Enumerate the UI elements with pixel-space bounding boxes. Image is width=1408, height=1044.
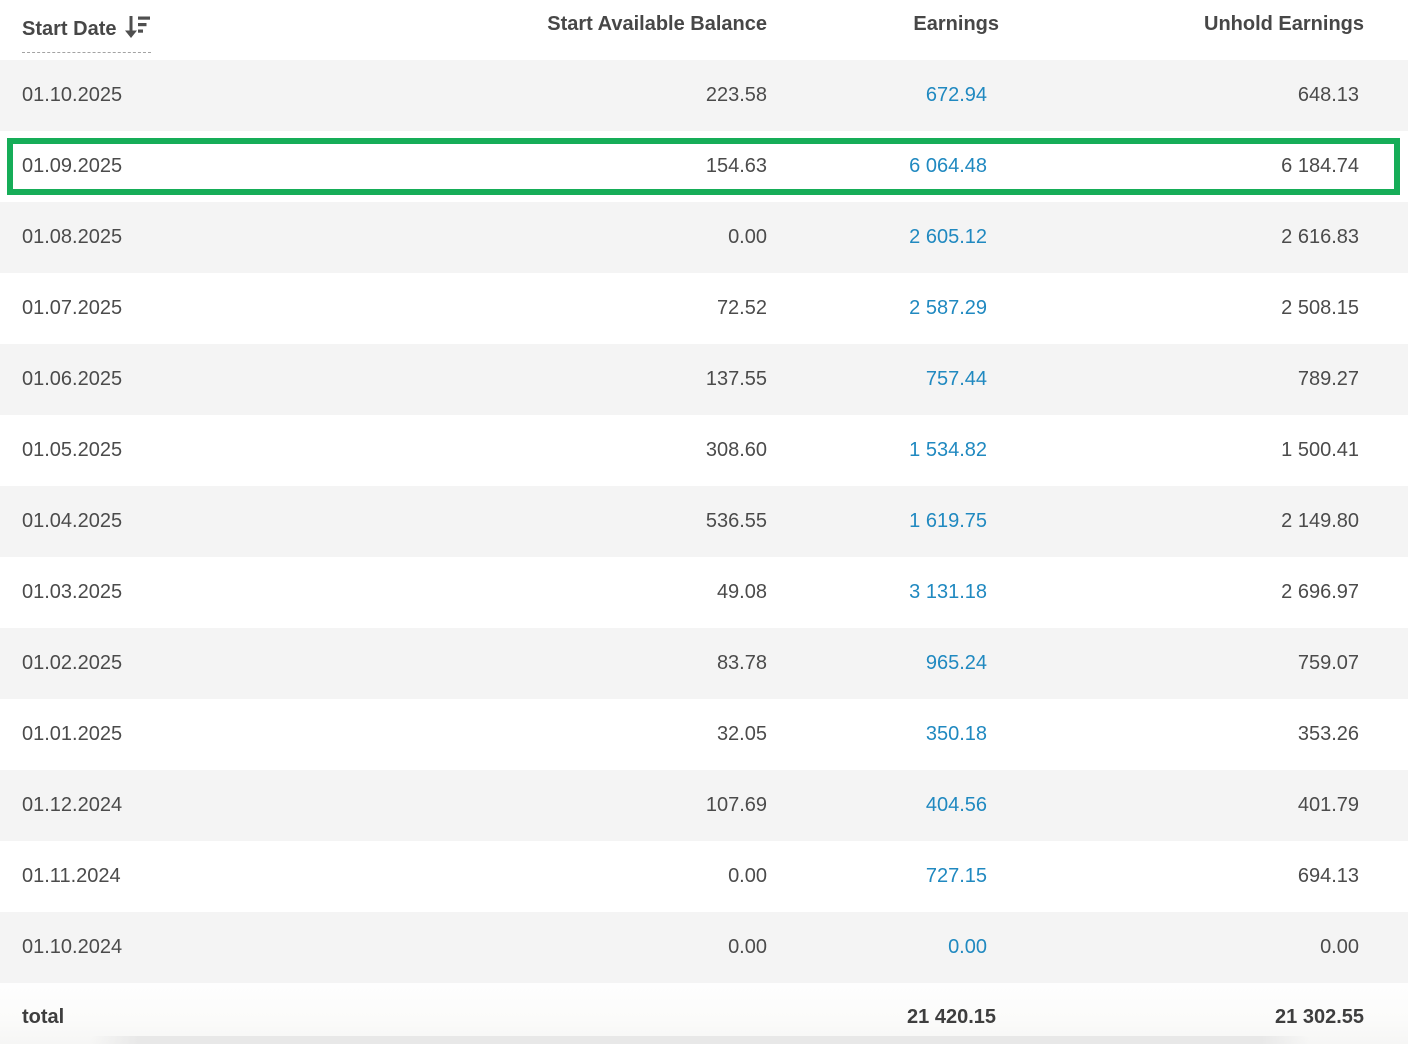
unhold-earnings-cell: 401.79 xyxy=(999,794,1364,817)
start-available-balance-cell: 0.00 xyxy=(300,865,767,888)
column-header-earnings: Earnings xyxy=(767,13,999,36)
unhold-earnings-cell: 2 696.97 xyxy=(999,581,1364,604)
earnings-link[interactable]: 3 131.18 xyxy=(909,581,987,603)
earnings-link[interactable]: 1 534.82 xyxy=(909,439,987,461)
unhold-earnings-cell: 759.07 xyxy=(999,652,1364,675)
total-unhold-earnings-value: 21 302.55 xyxy=(999,1006,1364,1029)
start-date-cell: 01.10.2025 xyxy=(22,84,300,107)
unhold-earnings-cell: 789.27 xyxy=(999,368,1364,391)
unhold-earnings-cell: 6 184.74 xyxy=(999,155,1364,178)
monthly-earnings-table: Start Date Start Available Balance Earn xyxy=(0,0,1408,1044)
start-date-cell: 01.03.2025 xyxy=(22,581,300,604)
earnings-link[interactable]: 0.00 xyxy=(948,936,987,958)
start-available-balance-cell: 32.05 xyxy=(300,723,767,746)
table-row: 01.03.2025 49.08 3 131.18 2 696.97 xyxy=(0,557,1408,628)
start-available-balance-cell: 536.55 xyxy=(300,510,767,533)
earnings-link[interactable]: 350.18 xyxy=(926,723,987,745)
table-row: 01.06.2025 137.55 757.44 789.27 xyxy=(0,344,1408,415)
table-row: 01.01.2025 32.05 350.18 353.26 xyxy=(0,699,1408,770)
start-available-balance-cell: 0.00 xyxy=(300,936,767,959)
total-earnings-value: 21 420.15 xyxy=(767,1006,999,1029)
bottom-panel-edge xyxy=(90,1036,1310,1044)
unhold-earnings-cell: 2 508.15 xyxy=(999,297,1364,320)
column-header-unhold-earnings: Unhold Earnings xyxy=(999,13,1364,36)
unhold-earnings-cell: 694.13 xyxy=(999,865,1364,888)
column-header-start-date: Start Date xyxy=(22,18,116,41)
start-available-balance-cell: 308.60 xyxy=(300,439,767,462)
start-date-cell: 01.07.2025 xyxy=(22,297,300,320)
start-date-cell: 01.04.2025 xyxy=(22,510,300,533)
table-row: 01.04.2025 536.55 1 619.75 2 149.80 xyxy=(0,486,1408,557)
start-available-balance-cell: 223.58 xyxy=(300,84,767,107)
start-available-balance-cell: 0.00 xyxy=(300,226,767,249)
table-row: 01.10.2024 0.00 0.00 0.00 xyxy=(0,912,1408,983)
start-date-cell: 01.02.2025 xyxy=(22,652,300,675)
start-available-balance-cell: 107.69 xyxy=(300,794,767,817)
earnings-link[interactable]: 1 619.75 xyxy=(909,510,987,532)
total-label: total xyxy=(22,1006,300,1029)
start-available-balance-cell: 83.78 xyxy=(300,652,767,675)
start-date-cell: 01.06.2025 xyxy=(22,368,300,391)
unhold-earnings-cell: 2 616.83 xyxy=(999,226,1364,249)
column-header-start-available-balance: Start Available Balance xyxy=(300,13,767,36)
earnings-link[interactable]: 2 605.12 xyxy=(909,226,987,248)
earnings-link[interactable]: 6 064.48 xyxy=(909,155,987,177)
unhold-earnings-cell: 2 149.80 xyxy=(999,510,1364,533)
earnings-link[interactable]: 2 587.29 xyxy=(909,297,987,319)
start-available-balance-cell: 49.08 xyxy=(300,581,767,604)
earnings-link[interactable]: 404.56 xyxy=(926,794,987,816)
total-row: total 21 420.15 21 302.55 xyxy=(0,983,1408,1044)
table-row: 01.08.2025 0.00 2 605.12 2 616.83 xyxy=(0,202,1408,273)
start-date-sort-control[interactable]: Start Date xyxy=(22,13,151,53)
unhold-earnings-cell: 648.13 xyxy=(999,84,1364,107)
unhold-earnings-cell: 353.26 xyxy=(999,723,1364,746)
start-available-balance-cell: 72.52 xyxy=(300,297,767,320)
table-row: 01.07.2025 72.52 2 587.29 2 508.15 xyxy=(0,273,1408,344)
earnings-link[interactable]: 965.24 xyxy=(926,652,987,674)
table-row: 01.11.2024 0.00 727.15 694.13 xyxy=(0,841,1408,912)
start-available-balance-cell: 137.55 xyxy=(300,368,767,391)
table-row: 01.02.2025 83.78 965.24 759.07 xyxy=(0,628,1408,699)
table-row: 01.05.2025 308.60 1 534.82 1 500.41 xyxy=(0,415,1408,486)
table-row: 01.12.2024 107.69 404.56 401.79 xyxy=(0,770,1408,841)
unhold-earnings-cell: 0.00 xyxy=(999,936,1364,959)
table-row: 01.09.2025 154.63 6 064.48 6 184.74 xyxy=(0,131,1408,202)
table-body: 01.10.2025 223.58 672.94 648.13 01.09.20… xyxy=(0,60,1408,983)
start-date-cell: 01.10.2024 xyxy=(22,936,300,959)
start-date-cell: 01.11.2024 xyxy=(22,865,300,888)
table-row: 01.10.2025 223.58 672.94 648.13 xyxy=(0,60,1408,131)
earnings-link[interactable]: 757.44 xyxy=(926,368,987,390)
column-header-start-date-cell: Start Date xyxy=(22,13,300,53)
start-date-cell: 01.01.2025 xyxy=(22,723,300,746)
start-date-cell: 01.05.2025 xyxy=(22,439,300,462)
table-header-row: Start Date Start Available Balance Earn xyxy=(0,0,1408,60)
sort-descending-icon xyxy=(125,15,151,45)
earnings-link[interactable]: 672.94 xyxy=(926,84,987,106)
start-available-balance-cell: 154.63 xyxy=(300,155,767,178)
start-date-cell: 01.08.2025 xyxy=(22,226,300,249)
earnings-link[interactable]: 727.15 xyxy=(926,865,987,887)
start-date-cell: 01.12.2024 xyxy=(22,794,300,817)
start-date-cell: 01.09.2025 xyxy=(22,155,300,178)
unhold-earnings-cell: 1 500.41 xyxy=(999,439,1364,462)
